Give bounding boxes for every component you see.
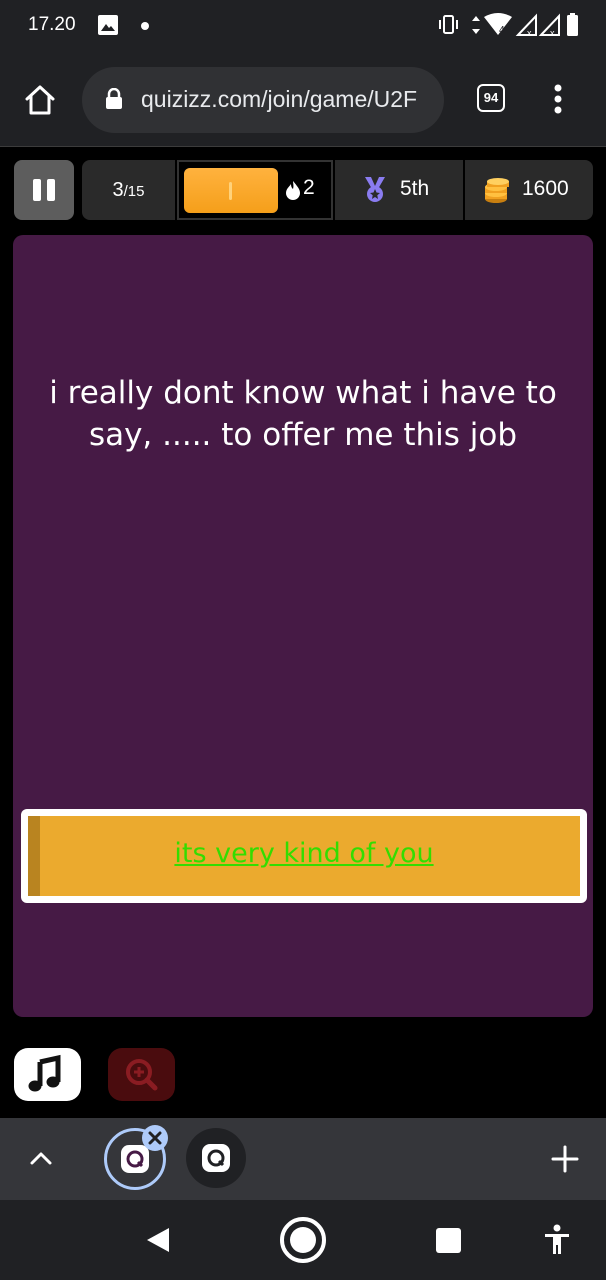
pause-icon: [33, 179, 41, 201]
signal-icon: x: [538, 13, 560, 38]
vibrate-icon: [439, 15, 458, 34]
url-text[interactable]: quizizz.com/join/game/U2F: [141, 86, 433, 113]
rank-panel: [335, 160, 463, 220]
close-icon: [148, 1131, 162, 1145]
chevron-up-icon[interactable]: [28, 1148, 54, 1168]
progress-bar: [184, 168, 278, 213]
zoom-button[interactable]: [108, 1048, 175, 1101]
gallery-icon: [98, 15, 118, 35]
accessibility-icon[interactable]: [543, 1224, 571, 1256]
streak-count: 2: [303, 176, 315, 199]
question-counter: 3/15: [82, 160, 175, 220]
notification-dot-icon: [141, 22, 149, 30]
home-circle-icon[interactable]: [279, 1216, 327, 1264]
question-text: i really dont know what i have to say, .…: [49, 375, 557, 453]
music-button[interactable]: [14, 1048, 81, 1101]
svg-text:x: x: [550, 28, 555, 38]
svg-text:x: x: [527, 28, 532, 38]
zoom-in-icon: [126, 1059, 158, 1091]
signal-icon: x: [515, 13, 537, 38]
data-arrows-icon: [472, 16, 480, 34]
battery-icon: [567, 13, 578, 36]
wifi-icon: 4: [484, 13, 512, 36]
coins-text: 1600: [522, 177, 569, 200]
progress-bar-mark: [229, 182, 232, 200]
question-total: /15: [123, 183, 145, 200]
more-vert-icon[interactable]: [548, 84, 568, 114]
answer-accent: [28, 816, 40, 896]
plus-icon[interactable]: [550, 1144, 580, 1174]
tab-strip: [0, 1118, 606, 1200]
tab-switcher-button[interactable]: 94: [477, 84, 505, 112]
tab-close-button[interactable]: [142, 1125, 168, 1151]
status-icons: 4 x x: [439, 13, 578, 38]
answer-text[interactable]: its very kind of you: [40, 838, 568, 869]
lock-icon: [106, 88, 122, 109]
flame-icon: [286, 181, 300, 200]
status-time: 17.20: [28, 14, 76, 35]
music-note-icon: [28, 1054, 61, 1092]
question-current: 3: [112, 179, 124, 201]
tab-second[interactable]: [186, 1128, 246, 1188]
quizizz-tab-icon: [202, 1144, 230, 1172]
coins-icon: [485, 178, 509, 203]
recents-icon[interactable]: [436, 1228, 461, 1253]
back-icon[interactable]: [145, 1226, 171, 1254]
rank-text: 5th: [400, 177, 430, 200]
svg-text:4: 4: [499, 25, 505, 36]
home-icon[interactable]: [22, 82, 58, 118]
pause-button[interactable]: [14, 160, 74, 220]
medal-icon: [365, 177, 385, 202]
